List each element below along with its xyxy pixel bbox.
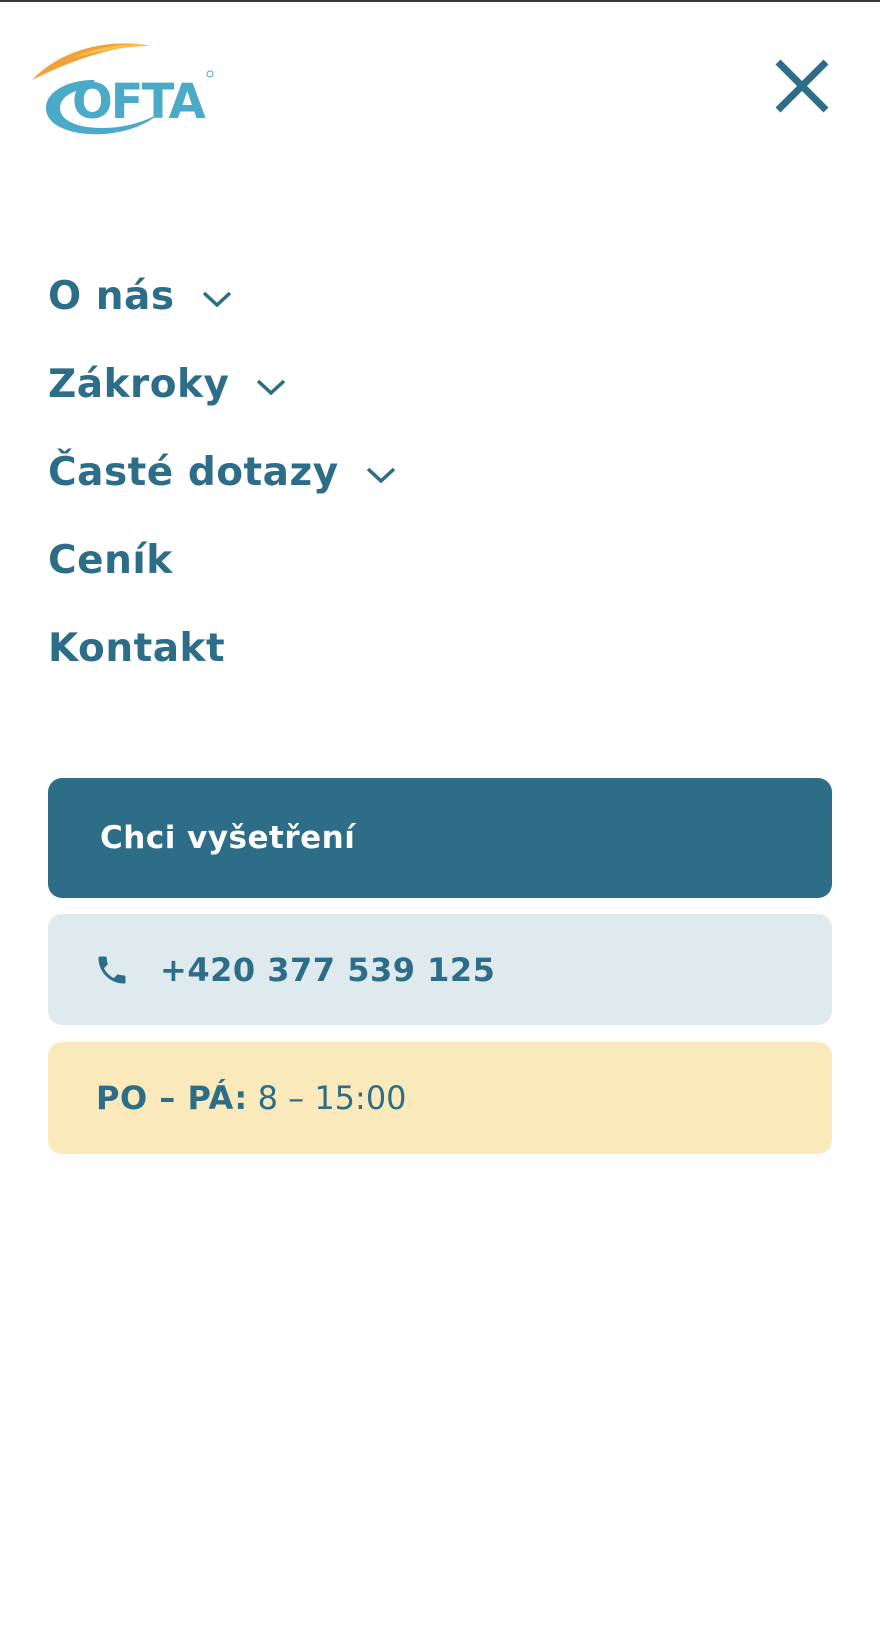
opening-time: 8 – 15:00 [257, 1079, 407, 1117]
ofta-logo[interactable]: OFTA [32, 40, 228, 140]
nav-item-kontakt[interactable]: Kontakt [48, 604, 828, 692]
nav-item-zakroky[interactable]: Zákroky [48, 340, 828, 428]
nav-label: Kontakt [48, 625, 226, 671]
opening-days: PO – PÁ: [96, 1079, 248, 1117]
nav-item-caste-dotazy[interactable]: Časté dotazy [48, 428, 828, 516]
book-exam-button[interactable]: Chci vyšetření [48, 778, 832, 898]
logo-text: OFTA [72, 74, 206, 130]
phone-icon [98, 956, 126, 983]
nav-label: O nás [48, 273, 175, 319]
main-navigation: O nás Zákroky Časté dotazy Ceník Kontakt [48, 252, 828, 692]
chevron-down-icon[interactable] [201, 289, 233, 309]
nav-item-cenik[interactable]: Ceník [48, 516, 828, 604]
chevron-down-icon[interactable] [255, 377, 287, 397]
phone-contact-link[interactable]: +420 377 539 125 [48, 914, 832, 1025]
nav-label: Ceník [48, 537, 173, 583]
chevron-down-icon[interactable] [365, 465, 397, 485]
phone-number: +420 377 539 125 [160, 950, 496, 989]
nav-item-o-nas[interactable]: O nás [48, 252, 828, 340]
nav-label: Časté dotazy [48, 449, 339, 495]
close-icon[interactable] [772, 56, 832, 116]
book-exam-label: Chci vyšetření [100, 820, 356, 856]
mobile-menu-header: OFTA [0, 0, 880, 160]
opening-hours: PO – PÁ: 8 – 15:00 [48, 1042, 832, 1154]
nav-label: Zákroky [48, 361, 230, 407]
